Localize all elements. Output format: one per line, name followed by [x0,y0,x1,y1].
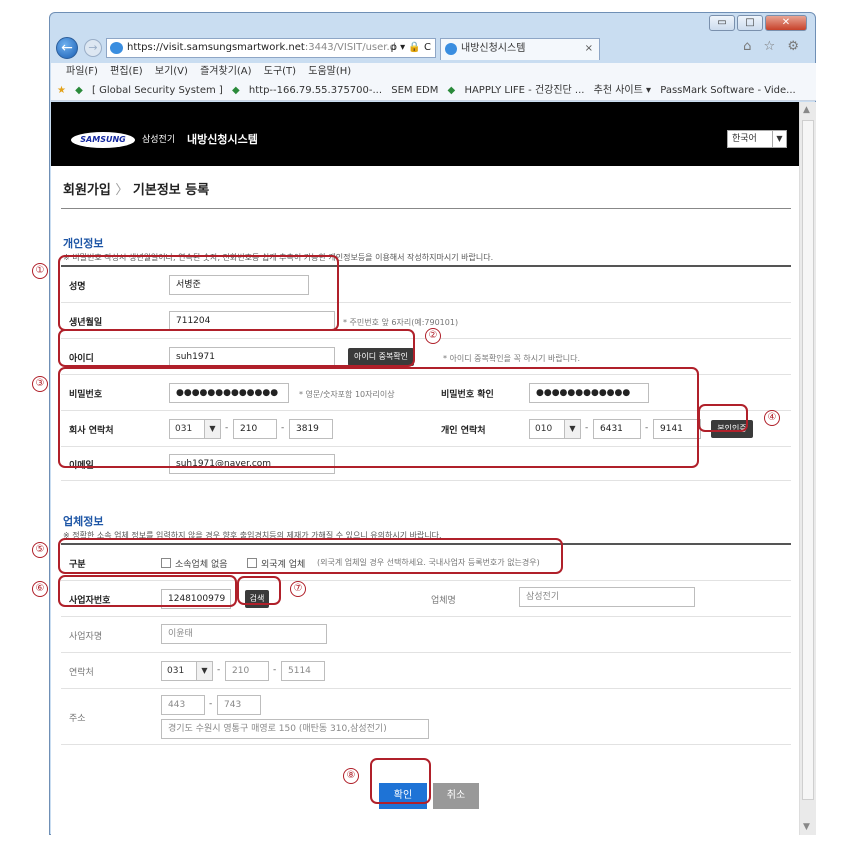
callout-box-1 [58,255,339,331]
dash: - [273,665,277,675]
personal-section-title: 개인정보 [63,237,104,250]
scroll-down-icon[interactable]: ▼ [803,822,810,832]
fav-item[interactable]: PassMark Software - Vide... [660,85,795,96]
fav-item[interactable]: SEM EDM [391,85,438,96]
tab-title: 내방신청시스템 [461,43,526,54]
address-row: 주소 443 - 743 경기도 수원시 영통구 매영로 150 (매탄동 31… [61,689,791,745]
dash: - [217,665,221,675]
close-button[interactable]: ✕ [765,15,807,31]
address-label: 주소 [69,714,86,724]
menu-favorites[interactable]: 즐겨찾기(A) [200,66,251,77]
callout-number-6: ⑥ [32,581,48,597]
callout-number-8: ⑧ [343,768,359,784]
scroll-up-icon[interactable]: ▲ [803,105,810,115]
fav-item[interactable]: 추천 사이트 ▾ [594,85,651,96]
ceo-label: 사업자명 [69,632,103,642]
callout-number-7: ⑦ [290,581,306,597]
menu-tools[interactable]: 도구(T) [264,66,296,77]
dash: - [209,699,213,709]
company-name-label: 업체명 [431,596,456,606]
callout-number-2: ② [425,328,441,344]
callout-box-3 [58,367,699,468]
browser-tab[interactable]: 내방신청시스템 × [440,38,600,60]
callout-box-5 [58,538,563,574]
brand-name: 삼성전기 [142,135,176,145]
fav-item[interactable]: [ Global Security System ] [92,85,223,96]
url-rest: :3443/VISIT/user.d [304,42,397,53]
ceo-input[interactable]: 이윤태 [161,624,327,644]
menu-help[interactable]: 도움말(H) [308,66,351,77]
forward-button[interactable]: → [84,39,102,57]
breadcrumb: 회원가입 〉 기본정보 등록 [63,179,209,198]
system-title: 내방신청시스템 [187,133,258,146]
contact-label: 연락처 [69,668,94,678]
maximize-button[interactable]: □ [737,15,763,31]
callout-box-4 [698,404,748,432]
menu-edit[interactable]: 편집(E) [110,66,143,77]
window-controls: ▭ □ ✕ [709,15,807,31]
ie-icon [110,42,123,54]
zip1-input[interactable]: 443 [161,695,205,715]
minimize-button[interactable]: ▭ [709,15,735,31]
toolbar-icons[interactable]: ⌂ ☆ ⚙ [743,39,803,54]
site-header: SAMSUNG 삼성전기 내방신청시스템 한국어 ▼ [51,102,799,166]
company-name-input[interactable]: 삼성전기 [519,587,695,607]
vertical-scrollbar[interactable]: ▲ ▼ [799,102,816,835]
favorites-star-icon[interactable]: ★ [57,85,66,96]
callout-number-4: ④ [764,410,780,426]
tab-close-icon[interactable]: × [585,39,593,59]
menu-file[interactable]: 파일(F) [66,66,98,77]
address-bar-icons[interactable]: ρ ▾ 🔒 C [391,39,431,57]
language-value: 한국어 [732,134,757,144]
url-main: https://visit.samsungsmartwork.net [127,42,305,53]
samsung-logo: SAMSUNG [71,132,135,148]
breadcrumb-part1: 회원가입 [63,183,111,198]
chevron-down-icon: ▼ [196,662,212,680]
company-section-title: 업체정보 [63,515,104,528]
address-row: ← → https://visit.samsungsmartwork.net:3… [56,35,811,63]
cancel-button[interactable]: 취소 [433,783,479,809]
menu-bar: 파일(F) 편집(E) 보기(V) 즐겨찾기(A) 도구(T) 도움말(H) [51,63,816,81]
callout-box-6 [58,575,237,607]
fav-item[interactable]: http--166.79.55.375700-... [249,85,382,96]
site-icon: ◆ [75,85,83,96]
ceo-row: 사업자명 이윤태 [61,617,791,653]
menu-view[interactable]: 보기(V) [155,66,188,77]
callout-box-8 [370,758,431,804]
breadcrumb-separator: 〉 [115,183,129,198]
breadcrumb-part2: 기본정보 등록 [132,183,210,198]
site-icon: ◆ [447,85,456,96]
scroll-thumb[interactable] [802,120,814,800]
language-select[interactable]: 한국어 ▼ [727,130,787,148]
fav-item[interactable]: HAPPLY LIFE - 건강진단 ... [464,85,584,96]
site-icon: ◆ [232,85,240,96]
contact-area: 031 [167,666,185,676]
page-content: SAMSUNG 삼성전기 내방신청시스템 한국어 ▼ 회원가입 〉 기본정보 등… [51,102,799,835]
ie-icon [445,43,457,55]
callout-number-5: ⑤ [32,542,48,558]
address-input[interactable]: 경기도 수원시 영통구 매영로 150 (매탄동 310,삼성전기) [161,719,429,739]
zip2-input[interactable]: 743 [217,695,261,715]
address-bar[interactable]: https://visit.samsungsmartwork.net:3443/… [106,38,436,58]
callout-box-2 [58,329,415,367]
contact-mid-input[interactable]: 210 [225,661,269,681]
contact-area-select[interactable]: 031 ▼ [161,661,213,681]
contact-last-input[interactable]: 5114 [281,661,325,681]
favorites-bar: ★ ◆ [ Global Security System ] ◆ http--1… [51,81,816,101]
contact-row: 연락처 031 ▼ - 210 - 5114 [61,653,791,689]
chevron-down-icon: ▼ [772,131,786,147]
back-button[interactable]: ← [56,37,78,59]
callout-number-1: ① [32,263,48,279]
divider [61,208,791,209]
birth-hint: * 주민번호 앞 6자리(예:790101) [343,318,459,327]
callout-number-3: ③ [32,376,48,392]
callout-box-7 [237,576,281,605]
id-hint: * 아이디 중복확인을 꼭 하시기 바랍니다. [443,354,581,363]
